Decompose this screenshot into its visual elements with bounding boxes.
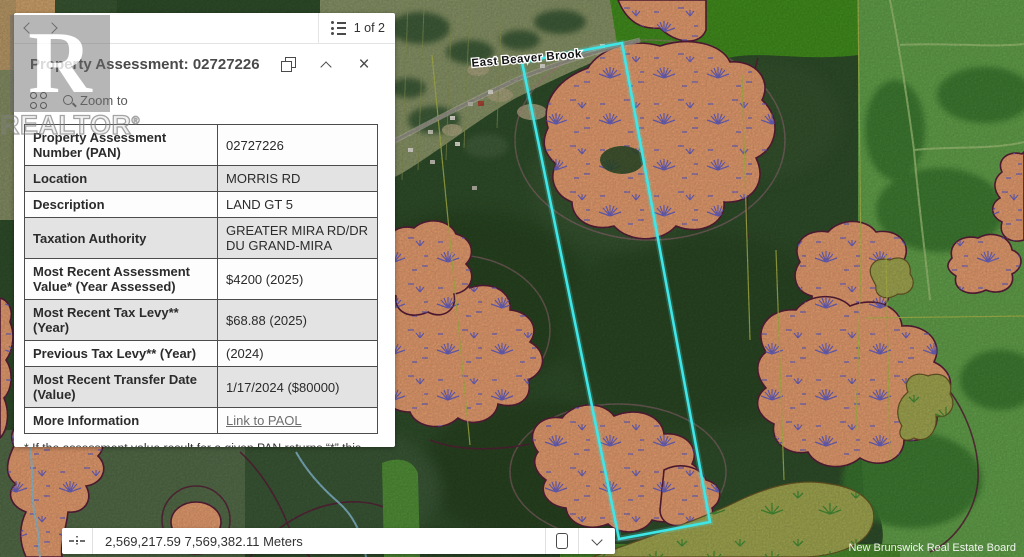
- mobile-view-button[interactable]: [546, 528, 578, 554]
- attr-value: GREATER MIRA RD/DR DU GRAND-MIRA: [218, 218, 378, 259]
- attr-label: Most Recent Transfer Date (Value): [25, 367, 218, 408]
- close-icon: ×: [358, 55, 369, 74]
- table-row: Most Recent Transfer Date (Value)1/17/20…: [25, 367, 378, 408]
- map-attribution: New Brunswick Real Estate Board: [848, 542, 1016, 554]
- attr-label: Location: [25, 166, 218, 192]
- feature-symbol-icon: [30, 92, 47, 109]
- zoom-to-label: Zoom to: [80, 93, 128, 108]
- attribute-table: Property Assessment Number (PAN)02727226…: [24, 124, 378, 434]
- attr-value: (2024): [218, 341, 378, 367]
- attr-label: Description: [25, 192, 218, 218]
- previous-feature-button[interactable]: [14, 13, 40, 43]
- attr-label: Taxation Authority: [25, 218, 218, 259]
- attr-value: 02727226: [218, 125, 378, 166]
- property-assessment-popup: 1 of 2 Property Assessment: 02727226 × Z…: [14, 13, 395, 447]
- device-icon: [556, 533, 568, 549]
- table-row: Taxation AuthorityGREATER MIRA RD/DR DU …: [25, 218, 378, 259]
- magnifier-icon: [63, 95, 73, 105]
- attr-value: Link to PAOL: [218, 408, 378, 434]
- expand-coordinates-button[interactable]: [579, 528, 615, 554]
- attr-value: $68.88 (2025): [218, 300, 378, 341]
- table-row: Most Recent Assessment Value* (Year Asse…: [25, 259, 378, 300]
- table-row: Property Assessment Number (PAN)02727226: [25, 125, 378, 166]
- popup-title: Property Assessment: 02727226: [30, 56, 269, 73]
- crosshair-button[interactable]: [62, 528, 93, 554]
- zoom-to-button[interactable]: Zoom to: [63, 93, 128, 108]
- next-feature-button[interactable]: [40, 13, 66, 43]
- paol-link[interactable]: Link to PAOL: [226, 413, 302, 428]
- table-row: Previous Tax Levy** (Year)(2024): [25, 341, 378, 367]
- chevron-left-icon: [23, 22, 34, 33]
- attr-label: More Information: [25, 408, 218, 434]
- feature-list-icon[interactable]: [331, 21, 346, 35]
- pagination-label: 1 of 2: [354, 21, 385, 35]
- feature-pagination-bar: 1 of 2: [14, 13, 395, 44]
- coordinate-bar: 2,569,217.59 7,569,382.11 Meters: [62, 528, 615, 554]
- attr-label: Most Recent Tax Levy** (Year): [25, 300, 218, 341]
- attr-value: 1/17/2024 ($80000): [218, 367, 378, 408]
- attr-label: Property Assessment Number (PAN): [25, 125, 218, 166]
- popup-actions: Zoom to: [14, 85, 395, 115]
- dock-button[interactable]: [269, 44, 307, 85]
- table-row: LocationMORRIS RD: [25, 166, 378, 192]
- close-button[interactable]: ×: [345, 44, 383, 85]
- attr-value: MORRIS RD: [218, 166, 378, 192]
- crosshair-icon: [69, 533, 85, 549]
- collapse-button[interactable]: [307, 44, 345, 85]
- chevron-right-icon: [46, 22, 57, 33]
- attr-value: LAND GT 5: [218, 192, 378, 218]
- dock-icon: [281, 57, 296, 72]
- coordinates-readout: 2,569,217.59 7,569,382.11 Meters: [93, 534, 545, 549]
- assessment-footnote: * If the assessment value result for a g…: [24, 440, 385, 447]
- popup-header: Property Assessment: 02727226 ×: [14, 44, 395, 85]
- chevron-down-icon: [591, 534, 602, 545]
- attr-label: Previous Tax Levy** (Year): [25, 341, 218, 367]
- table-row: DescriptionLAND GT 5: [25, 192, 378, 218]
- attr-label: Most Recent Assessment Value* (Year Asse…: [25, 259, 218, 300]
- attr-value: $4200 (2025): [218, 259, 378, 300]
- chevron-up-icon: [320, 61, 331, 72]
- map-application: East Beaver Brook New Brunswick Real Est…: [0, 0, 1024, 557]
- table-row: More Information Link to PAOL: [25, 408, 378, 434]
- table-row: Most Recent Tax Levy** (Year)$68.88 (202…: [25, 300, 378, 341]
